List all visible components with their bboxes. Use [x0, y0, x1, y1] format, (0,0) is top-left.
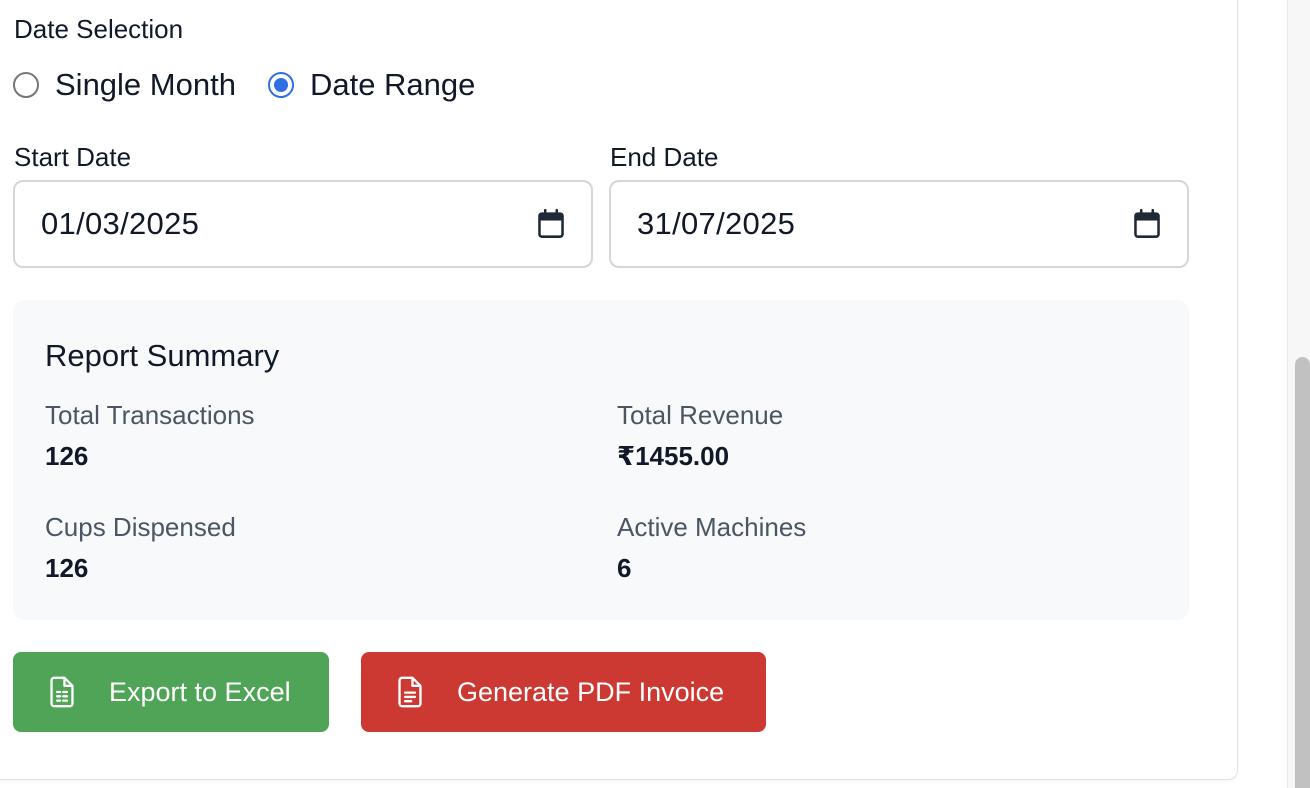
radio-date-range[interactable]: Date Range	[267, 67, 475, 103]
export-excel-label[interactable]: Export to Excel	[109, 677, 291, 708]
scrollbar-thumb[interactable]	[1295, 357, 1310, 788]
start-date-label: Start Date	[14, 142, 132, 172]
radio-selected-dot	[273, 78, 288, 92]
end-date-value[interactable]: 31/07/2025	[637, 206, 1133, 242]
document-file-icon	[398, 676, 422, 708]
radio-single-month-circle[interactable]	[13, 72, 39, 98]
end-date-input[interactable]: 31/07/2025	[609, 180, 1189, 268]
export-excel-button[interactable]: Export to Excel	[13, 652, 329, 732]
generate-pdf-invoice-button[interactable]: Generate PDF Invoice	[361, 652, 766, 732]
stat-total-transactions-label: Total Transactions	[45, 400, 255, 430]
date-mode-radio-group: Single Month Date Range	[13, 65, 475, 105]
stat-total-revenue-value: ₹1455.00	[617, 441, 730, 471]
generate-pdf-invoice-label[interactable]: Generate PDF Invoice	[457, 677, 724, 708]
start-date-value[interactable]: 01/03/2025	[41, 206, 537, 242]
radio-date-range-circle[interactable]	[267, 72, 294, 98]
stat-total-transactions-value: 126	[45, 441, 89, 471]
stat-active-machines-label: Active Machines	[617, 512, 807, 542]
radio-date-range-label[interactable]: Date Range	[310, 67, 475, 103]
radio-single-month-label[interactable]: Single Month	[55, 67, 236, 103]
date-selection-label: Date Selection	[14, 14, 184, 44]
report-summary-title: Report Summary	[45, 338, 280, 373]
report-summary-panel: Report Summary Total Transactions 126 To…	[13, 300, 1189, 620]
report-page: Date Selection Single Month Date Range S…	[0, 0, 1310, 788]
stat-cups-dispensed-value: 126	[45, 553, 89, 583]
spreadsheet-file-icon	[50, 676, 74, 708]
stat-total-revenue-label: Total Revenue	[617, 400, 784, 430]
radio-single-month[interactable]: Single Month	[13, 67, 236, 103]
calendar-icon[interactable]	[537, 209, 565, 239]
end-date-label: End Date	[610, 142, 719, 172]
calendar-icon[interactable]	[1133, 209, 1161, 239]
stat-active-machines-value: 6	[617, 553, 632, 583]
stat-cups-dispensed-label: Cups Dispensed	[45, 512, 236, 542]
start-date-input[interactable]: 01/03/2025	[13, 180, 593, 268]
